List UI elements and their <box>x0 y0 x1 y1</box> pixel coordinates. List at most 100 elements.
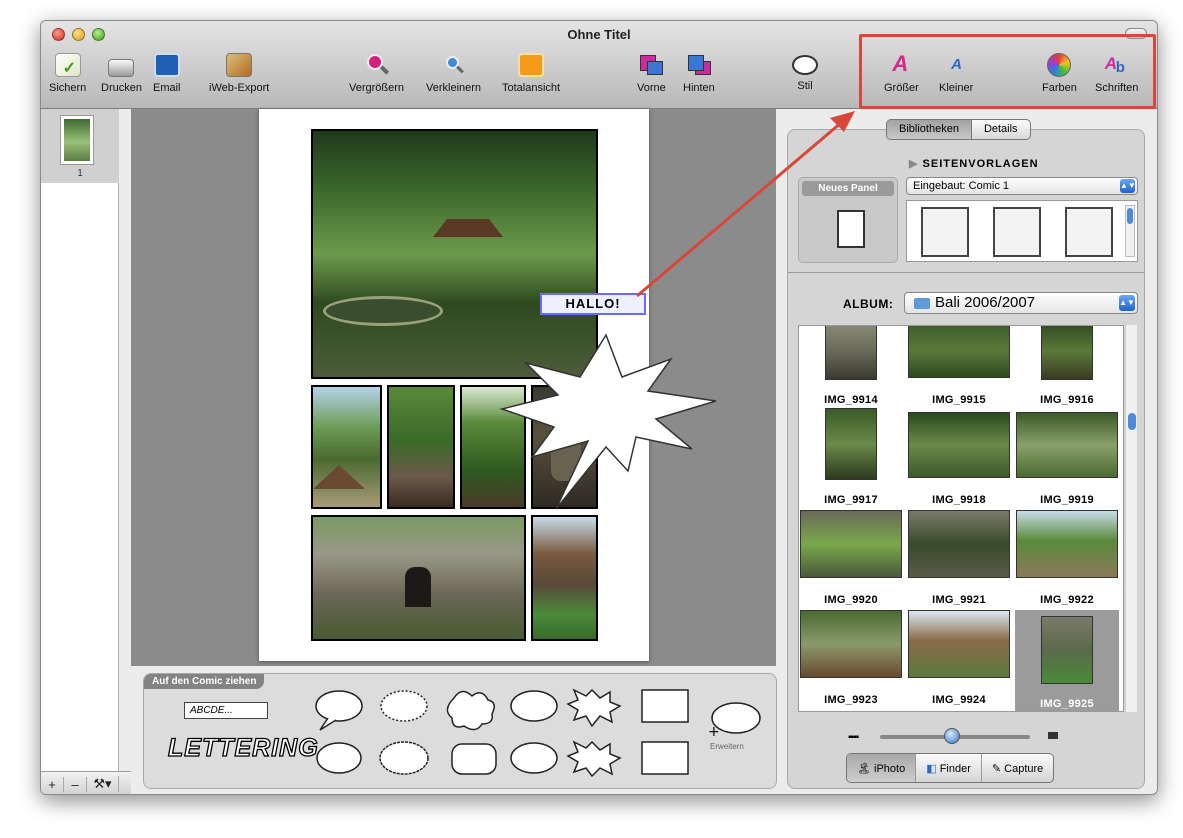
photo-grid-scrollbar[interactable] <box>1125 325 1137 712</box>
page-thumbnail-item[interactable]: 1 <box>41 109 119 183</box>
balloon-shapes <box>315 688 689 778</box>
photo-item-selected[interactable]: IMG_9925 <box>1015 610 1119 711</box>
photo-item[interactable]: IMG_9918 <box>907 412 1011 516</box>
lettering-element[interactable]: LETTERING <box>167 733 319 763</box>
bring-front-button[interactable]: Vorne <box>637 53 666 94</box>
finder-button[interactable]: ◧ Finder <box>916 754 982 782</box>
album-select[interactable]: Bali 2006/2007 ▲▼ <box>904 292 1138 314</box>
fit-view-icon <box>518 53 545 77</box>
photo-panel[interactable] <box>387 385 455 509</box>
photo-thumbnail <box>1041 326 1093 380</box>
zoom-in-button[interactable]: Vergrößern <box>349 53 404 94</box>
blank-page-icon <box>837 210 865 248</box>
expand-balloon-icon[interactable]: + <box>706 700 762 740</box>
photo-panel[interactable] <box>311 385 382 509</box>
divider <box>788 272 1144 273</box>
template-strip <box>906 200 1138 262</box>
round-balloon-2[interactable] <box>316 742 362 774</box>
expand-label[interactable]: Erweitern <box>710 742 744 751</box>
palette-title: Auf den Comic ziehen <box>144 674 265 689</box>
source-buttons: 🏝 iPhoto ◧ Finder ✎ Capture <box>846 753 1055 783</box>
email-button[interactable]: Email <box>153 53 181 94</box>
iphoto-button[interactable]: 🏝 iPhoto <box>847 754 917 782</box>
photo-panel[interactable] <box>311 515 526 641</box>
scrollbar-thumb[interactable] <box>1128 413 1136 430</box>
finder-icon: ◧ <box>926 763 940 775</box>
page-number: 1 <box>77 168 83 179</box>
send-back-button[interactable]: Hinten <box>683 53 715 94</box>
photo-item[interactable]: IMG_9922 <box>1015 510 1119 616</box>
photo-item[interactable]: IMG_9920 <box>799 510 903 616</box>
photo-thumbnail <box>800 510 902 578</box>
iweb-export-button[interactable]: iWeb-Export <box>209 53 269 94</box>
scalloped-balloon[interactable] <box>510 742 558 774</box>
bring-front-icon <box>638 53 664 77</box>
photo-thumbnail <box>908 412 1010 478</box>
page-sidebar: 1 <box>41 109 119 771</box>
select-arrows-icon: ▲▼ <box>1120 179 1136 193</box>
lettering-palette: Auf den Comic ziehen ABCDE... LETTERING … <box>143 673 777 789</box>
zoom-in-icon <box>364 53 390 77</box>
zoom-out-icon <box>441 53 467 77</box>
style-icon <box>792 55 818 75</box>
save-button[interactable]: ✓ Sichern <box>49 53 86 94</box>
album-folder-icon <box>914 298 930 309</box>
tab-details[interactable]: Details <box>972 120 1030 139</box>
wavy-balloon[interactable] <box>510 690 558 722</box>
template-select[interactable]: Eingebaut: Comic 1 ▲▼ <box>906 177 1138 195</box>
template-thumb[interactable] <box>1065 207 1113 257</box>
photo-item[interactable]: IMG_9924 <box>907 610 1011 711</box>
sidebar-footer: + – ⚒▾ <box>41 771 131 794</box>
oval-balloon[interactable] <box>379 741 429 775</box>
bubble-text[interactable]: HALLO! <box>540 293 646 315</box>
action-menu-button[interactable]: ⚒▾ <box>87 776 119 792</box>
print-button[interactable]: Drucken <box>101 53 142 94</box>
photo-item[interactable]: IMG_9921 <box>907 510 1011 616</box>
save-icon: ✓ <box>54 53 81 77</box>
svg-text:+: + <box>708 724 720 740</box>
speech-bubble[interactable] <box>496 329 726 529</box>
page-thumbnail[interactable] <box>60 115 94 165</box>
remove-page-button[interactable]: – <box>64 776 87 792</box>
style-button[interactable]: Stil <box>792 53 818 92</box>
hut-shape <box>433 219 503 237</box>
email-icon <box>153 53 180 77</box>
photo-item[interactable]: IMG_9919 <box>1015 412 1119 516</box>
rect-balloon[interactable] <box>451 743 497 775</box>
dotted-balloon[interactable] <box>380 690 428 722</box>
large-size-icon <box>1048 732 1058 739</box>
burst-balloon[interactable] <box>566 688 622 728</box>
photo-item[interactable]: IMG_9917 <box>799 408 903 516</box>
send-back-icon <box>686 53 712 77</box>
thumbnail-size-slider[interactable]: ▪▪▪▪ <box>848 728 1066 746</box>
fit-view-button[interactable]: Totalansicht <box>502 53 560 94</box>
umbrella-shape <box>313 465 365 489</box>
photo-item[interactable]: IMG_9916 <box>1015 326 1119 416</box>
zoom-out-button[interactable]: Verkleinern <box>426 53 481 94</box>
cloud-balloon[interactable] <box>446 690 495 731</box>
select-arrows-icon: ▲▼ <box>1119 295 1135 311</box>
photo-item[interactable]: IMG_9915 <box>907 326 1011 416</box>
photo-panel[interactable] <box>531 515 598 641</box>
box-balloon-2[interactable] <box>641 741 689 775</box>
round-balloon[interactable] <box>315 690 363 731</box>
library-panel: Bibliotheken Details ▶ SEITENVORLAGEN Ne… <box>787 119 1145 789</box>
templates-header[interactable]: ▶ SEITENVORLAGEN <box>909 157 1039 170</box>
photo-item[interactable]: IMG_9914 <box>799 326 903 416</box>
template-thumb[interactable] <box>993 207 1041 257</box>
new-panel-tile[interactable]: Neues Panel <box>798 177 898 263</box>
template-thumb[interactable] <box>921 207 969 257</box>
text-box-element[interactable]: ABCDE... <box>184 702 268 719</box>
capture-button[interactable]: ✎ Capture <box>982 754 1053 782</box>
template-scrollbar[interactable] <box>1125 205 1135 257</box>
photo-item[interactable]: IMG_9923 <box>799 610 903 711</box>
slider-knob[interactable] <box>944 728 960 744</box>
box-balloon[interactable] <box>641 689 689 723</box>
toolbar: Ohne Titel ✓ Sichern Drucken Email iWeb-… <box>41 21 1157 109</box>
photo-thumbnail <box>908 610 1010 678</box>
library-tabs: Bibliotheken Details <box>886 119 1031 140</box>
photo-thumbnail <box>908 510 1010 578</box>
tab-libraries[interactable]: Bibliotheken <box>887 120 972 139</box>
burst-balloon-2[interactable] <box>566 740 622 778</box>
add-page-button[interactable]: + <box>41 776 64 792</box>
